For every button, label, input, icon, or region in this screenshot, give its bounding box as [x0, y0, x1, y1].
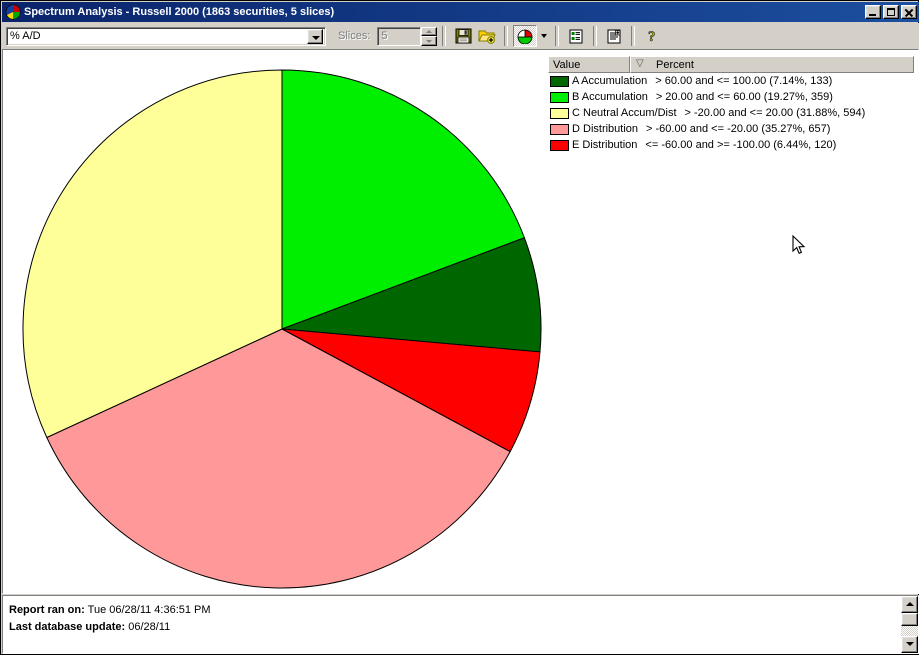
- minimize-button[interactable]: [865, 5, 881, 19]
- scroll-up-button[interactable]: [901, 596, 918, 613]
- report-footer: Report ran on: Tue 06/28/11 4:36:51 PM L…: [2, 595, 919, 654]
- slices-value[interactable]: 5: [377, 26, 422, 46]
- report-add-icon: [607, 29, 621, 43]
- legend-row-range: > -60.00 and <= -20.00 (35.27%, 657): [646, 123, 831, 135]
- legend-row[interactable]: D Distribution > -60.00 and <= -20.00 (35…: [548, 121, 914, 137]
- legend-row-range: > 60.00 and <= 100.00 (7.14%, 133): [655, 75, 833, 87]
- report-ran-on-value: Tue 06/28/11 4:36:51 PM: [87, 604, 211, 616]
- toolbar-separator: [593, 26, 598, 46]
- window-title: Spectrum Analysis - Russell 2000 (1863 s…: [24, 6, 335, 18]
- scroll-down-button[interactable]: [901, 636, 918, 653]
- last-update-line: Last database update: 06/28/11: [9, 619, 901, 636]
- sort-descending-icon: [636, 59, 645, 69]
- chart-legend: Value Percent A Accumulation > 60.00 and …: [548, 56, 914, 153]
- slices-label: Slices:: [338, 30, 371, 42]
- slices-decrement-button[interactable]: [421, 36, 438, 46]
- scrollbar-thumb[interactable]: [901, 613, 918, 626]
- legend-row-label: E Distribution: [572, 139, 638, 151]
- maximize-button[interactable]: [883, 5, 899, 19]
- legend-row-range: > -20.00 and <= 20.00 (31.88%, 594): [684, 107, 866, 119]
- legend-row-range: <= -60.00 and >= -100.00 (6.44%, 120): [645, 139, 837, 151]
- slices-spinner-buttons[interactable]: [421, 26, 438, 46]
- legend-column-value[interactable]: Value: [548, 56, 630, 73]
- legend-row-label: A Accumulation: [572, 75, 648, 87]
- legend-column-percent[interactable]: Percent: [630, 56, 914, 73]
- legend-row[interactable]: C Neutral Accum/Dist > -20.00 and <= 20.0…: [548, 105, 914, 121]
- legend-color-swatch: [550, 107, 569, 119]
- slices-stepper[interactable]: 5: [377, 26, 438, 46]
- last-update-value: 06/28/11: [128, 621, 171, 633]
- field-selector-value: % A/D: [10, 30, 41, 42]
- pie-chart-app-icon: [5, 4, 21, 20]
- new-report-button[interactable]: [602, 25, 626, 47]
- toolbar-separator: [442, 26, 447, 46]
- scrollbar-track[interactable]: [901, 626, 918, 636]
- chevron-down-icon[interactable]: [307, 28, 323, 44]
- legend-row-label: D Distribution: [572, 123, 639, 135]
- pie-chart-view-button[interactable]: [513, 25, 538, 47]
- open-add-button[interactable]: [475, 25, 499, 47]
- slices-increment-button[interactable]: [421, 26, 438, 36]
- title-bar[interactable]: Spectrum Analysis - Russell 2000 (1863 s…: [2, 2, 919, 22]
- chart-client-area: Value Percent A Accumulation > 60.00 and …: [2, 49, 919, 594]
- toolbar: % A/D Slices: 5 ?: [2, 23, 919, 49]
- legend-row-label: C Neutral Accum/Dist: [572, 107, 677, 119]
- field-selector-combobox[interactable]: % A/D: [6, 26, 326, 46]
- legend-header-row: Value Percent: [548, 56, 914, 73]
- pie-chart-icon: [518, 29, 533, 44]
- footer-vertical-scrollbar[interactable]: [901, 596, 918, 653]
- list-report-icon: [569, 29, 583, 43]
- legend-row[interactable]: E Distribution <= -60.00 and >= -100.00 (…: [548, 137, 914, 153]
- legend-rows: A Accumulation > 60.00 and <= 100.00 (7.1…: [548, 73, 914, 153]
- legend-color-swatch: [550, 75, 569, 87]
- save-button[interactable]: [451, 25, 475, 47]
- application-window: Spectrum Analysis - Russell 2000 (1863 s…: [0, 0, 919, 655]
- legend-row[interactable]: B Accumulation > 20.00 and <= 60.00 (19.2…: [548, 89, 914, 105]
- help-button[interactable]: ?: [640, 25, 664, 47]
- svg-text:?: ?: [648, 29, 656, 44]
- legend-column-percent-label: Percent: [656, 58, 694, 71]
- folder-add-icon: [478, 30, 497, 44]
- close-button[interactable]: [901, 5, 917, 19]
- legend-color-swatch: [550, 123, 569, 135]
- report-footer-text: Report ran on: Tue 06/28/11 4:36:51 PM L…: [3, 596, 901, 653]
- report-ran-on-line: Report ran on: Tue 06/28/11 4:36:51 PM: [9, 602, 901, 619]
- floppy-disk-icon: [455, 28, 472, 44]
- toolbar-separator: [631, 26, 636, 46]
- chart-type-dropdown[interactable]: [537, 25, 550, 47]
- legend-color-swatch: [550, 139, 569, 151]
- legend-row-range: > 20.00 and <= 60.00 (19.27%, 359): [655, 91, 833, 103]
- question-mark-icon: ?: [648, 29, 656, 44]
- toolbar-separator: [504, 26, 509, 46]
- legend-row[interactable]: A Accumulation > 60.00 and <= 100.00 (7.1…: [548, 73, 914, 89]
- spectrum-pie-chart[interactable]: [3, 50, 563, 594]
- last-update-label: Last database update:: [9, 621, 126, 633]
- toolbar-separator: [555, 26, 560, 46]
- list-report-button[interactable]: [564, 25, 588, 47]
- report-ran-on-label: Report ran on:: [9, 604, 85, 616]
- legend-color-swatch: [550, 91, 569, 103]
- legend-row-label: B Accumulation: [572, 91, 648, 103]
